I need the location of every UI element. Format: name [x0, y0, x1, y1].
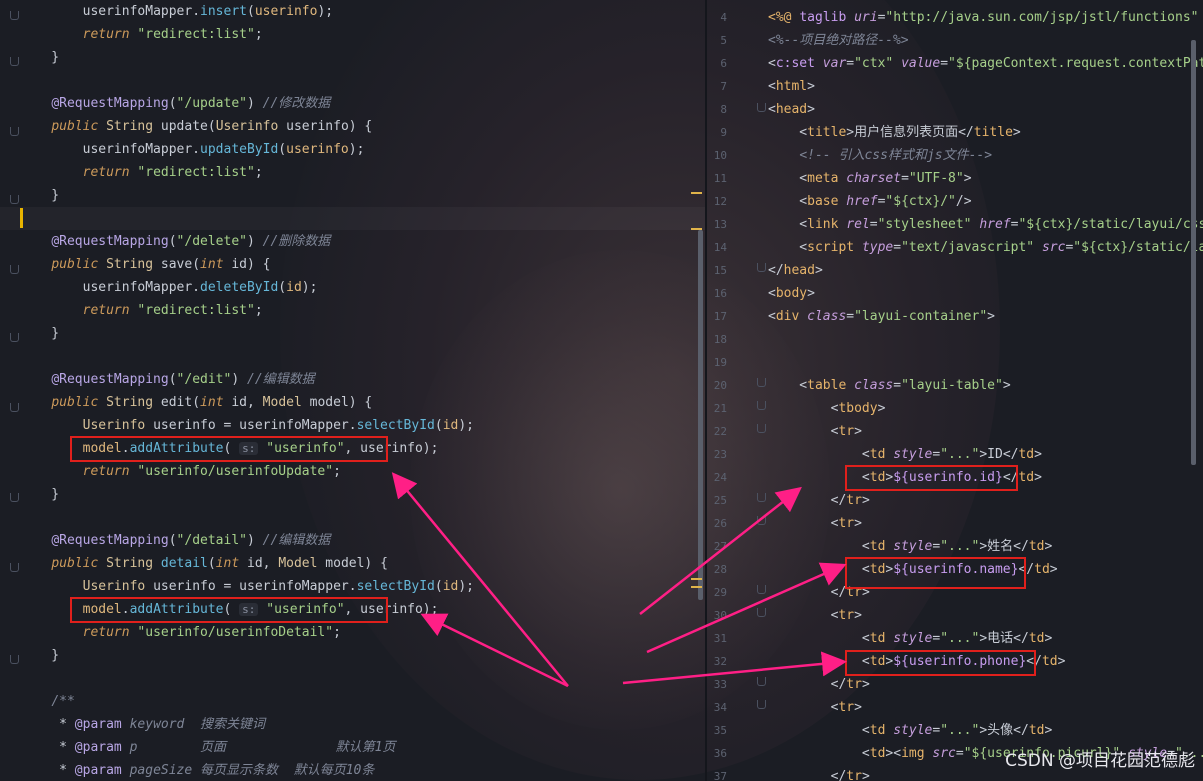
arrow-to-userinfo-phone [622, 651, 847, 685]
arrow-to-edit-addattribute [391, 472, 569, 687]
annotation-arrows [391, 472, 847, 688]
csdn-watermark: CSDN @项目花园范德彪 [1005, 751, 1195, 771]
arrow-to-userinfo-name [646, 562, 847, 654]
arrow-to-detail-addattribute [420, 613, 569, 688]
